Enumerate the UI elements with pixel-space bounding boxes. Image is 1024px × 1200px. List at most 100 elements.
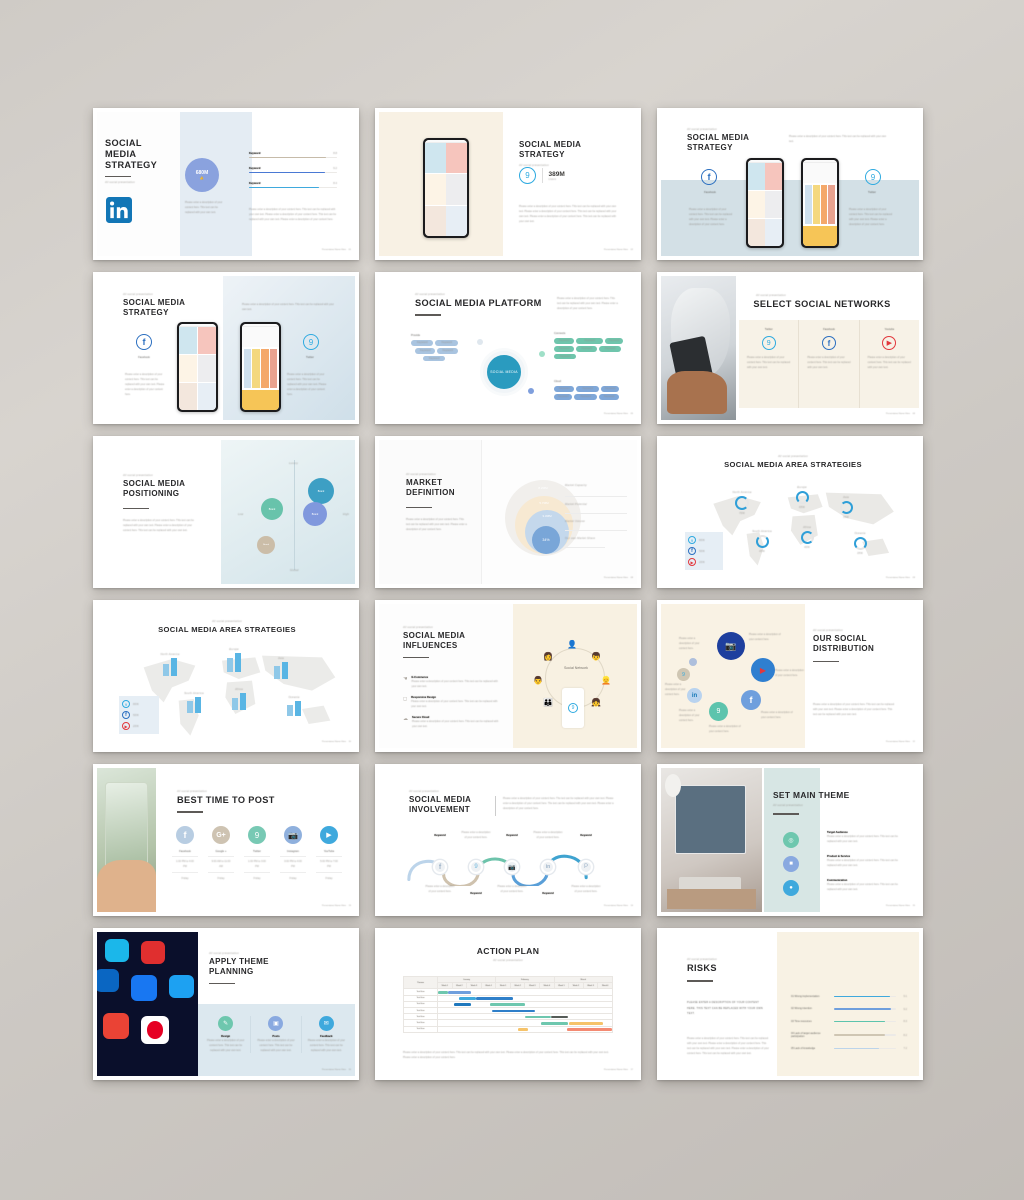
slide-thumbnail[interactable]: All social presentation SOCIAL MEDIA POS…	[93, 436, 359, 588]
list-item: ☚ E-Commerce Please enter a description o…	[403, 676, 503, 689]
page-number: 08	[630, 577, 633, 579]
item-body: Please enter a description of your conte…	[827, 835, 898, 843]
legend-pct: 20%	[133, 724, 139, 728]
slide-footer: Presentation Name Here	[885, 741, 910, 743]
region-bars: South America	[181, 692, 207, 713]
slide-thumbnail[interactable]: SET MAIN THEME All social presentation ◎…	[657, 764, 923, 916]
slide-thumbnail[interactable]: All social presentation SELECT SOCIAL NE…	[657, 272, 923, 424]
gantt-header-label: Themes	[403, 975, 438, 990]
group-label: Connects	[554, 332, 566, 335]
chip: Keyword	[435, 340, 458, 346]
column-body: Please enter a description of your conte…	[807, 356, 851, 369]
influence-list: ☚ E-Commerce Please enter a description o…	[403, 676, 503, 729]
region-pct: 55%	[843, 516, 849, 519]
region-bars: Asia	[271, 657, 291, 679]
left-network-label: Facebook	[704, 191, 716, 194]
twitter-icon: 9	[682, 671, 685, 678]
slide-thumbnail[interactable]: ACTION PLAN All social presentation Them…	[375, 928, 641, 1080]
region-donut: Africa 40%	[797, 526, 817, 549]
facebook-icon: f	[821, 336, 836, 350]
slide-eyebrow: All social presentation	[105, 181, 135, 185]
page-title: SOCIAL MEDIA STRATEGY	[105, 138, 158, 171]
region-pct: 45%	[759, 550, 765, 553]
slide-canvas: All social presentation APPLY THEME PLAN…	[97, 932, 355, 1076]
column-label: YouTube	[323, 850, 335, 853]
pinterest-step-icon: P	[579, 860, 593, 874]
slide-eyebrow: All social presentation	[415, 293, 445, 296]
step-label: Keyword	[580, 834, 592, 837]
region-donut: Europe 65%	[791, 486, 813, 509]
page-number: 17	[630, 1069, 633, 1071]
item-body: Please enter a description of your conte…	[411, 680, 498, 688]
step-label: Keyword	[470, 892, 482, 895]
cloud-icon: ☁	[403, 716, 408, 722]
slide-thumbnail[interactable]: SOCIAL MEDIA STRATEGY All social present…	[375, 108, 641, 260]
page-number: 14	[630, 905, 633, 907]
page-title: SOCIAL MEDIA POSITIONING	[123, 479, 185, 498]
slide-canvas: All social presentation OUR SOCIAL DISTR…	[661, 604, 919, 748]
slide-thumbnail[interactable]: All social presentation OUR SOCIAL DISTR…	[657, 600, 923, 752]
bubble-caption: Please enter a description of your conte…	[679, 637, 700, 650]
table-row: Text Here	[403, 1025, 613, 1033]
page-number: 13	[348, 905, 351, 907]
right-network-label: Twitter	[868, 191, 876, 194]
slide-thumbnail[interactable]: All social presentation SOCIAL MEDIA INF…	[375, 600, 641, 752]
theme-item: ✉ Feedback Please enter a description of…	[302, 1016, 351, 1053]
chip: Keyword	[554, 353, 577, 360]
risk-value: 8.3	[903, 1020, 907, 1023]
slide-canvas: SOCIAL MEDIA STRATEGY All social present…	[97, 112, 355, 256]
chip: Keyword	[423, 355, 446, 362]
item-body: Please enter a description of your conte…	[827, 883, 898, 891]
slide-canvas: All social presentation SOCIAL MEDIA INV…	[379, 768, 637, 912]
instagram-icon: 📷	[284, 826, 302, 844]
slide-thumbnail[interactable]: All social presentation SOCIAL MEDIA INV…	[375, 764, 641, 916]
column-day: Friday	[217, 876, 225, 880]
bar-label: Keyword	[249, 152, 261, 155]
slide-thumbnail[interactable]: All social presentation BEST TIME TO POS…	[93, 764, 359, 916]
region-bars: North America	[157, 653, 183, 676]
phone-mockup	[240, 322, 281, 412]
region-label: Oceania	[288, 696, 300, 699]
bubble-caption: Please enter a description of your conte…	[775, 669, 804, 677]
bubble: Brand	[261, 498, 283, 520]
bubble-label: Brand	[317, 489, 325, 493]
slide-thumbnail[interactable]: All social presentation SOCIAL MEDIA ARE…	[657, 436, 923, 588]
page-title: SELECT SOCIAL NETWORKS	[753, 299, 891, 309]
slide-thumbnail[interactable]: All social presentation SOCIAL MEDIA PLA…	[375, 272, 641, 424]
group-provide: Provide Keyword Keyword Keyword Keyword …	[411, 334, 471, 362]
slide-thumbnail[interactable]: All social presentation SOCIAL MEDIA ARE…	[93, 600, 359, 752]
slide-thumbnail[interactable]: All social presentation SOCIAL MEDIA STR…	[657, 108, 923, 260]
slide-thumbnail[interactable]: SOCIAL MEDIA STRATEGY All social present…	[93, 108, 359, 260]
slide-footer: Presentation Name Here	[885, 905, 910, 907]
column-time: 3:00 PM to 4:00 PM	[284, 860, 302, 869]
stat-bubble: 680M 👍	[185, 158, 219, 192]
risk-value: 8.2	[903, 1033, 907, 1037]
twitter-icon: 9	[688, 536, 696, 544]
chip: Keyword	[574, 393, 597, 400]
slide-thumbnail[interactable]: All social presentation SOCIAL MEDIA STR…	[93, 272, 359, 424]
step-label: Keyword	[434, 834, 446, 837]
ring-label: Our own Market Share	[565, 537, 596, 540]
page-title: SOCIAL MEDIA AREA STRATEGIES	[724, 460, 862, 469]
slide-thumbnail[interactable]: All social presentation RISKS PLEASE ENT…	[657, 928, 923, 1080]
region-donut: South America 45%	[749, 530, 775, 553]
slide-eyebrow: All social presentation	[123, 474, 153, 477]
instagram-bubble: 📷	[717, 632, 745, 660]
slide-footnote: Please enter a description of your conte…	[403, 1051, 609, 1059]
network-column: Twitter 9 Please enter a description of …	[739, 320, 800, 408]
page-number: 12	[912, 741, 915, 743]
risk-row: 03 Time resources 8.3	[791, 1019, 907, 1024]
thumb-up-icon: 👍	[199, 176, 205, 180]
slide-canvas: ACTION PLAN All social presentation Them…	[379, 932, 637, 1076]
step-body: Please enter a description of your conte…	[533, 831, 563, 839]
legend-pct: 50%	[133, 713, 139, 717]
page-title: OUR SOCIAL DISTRIBUTION	[813, 634, 875, 653]
slide-canvas: SOCIAL MEDIA STRATEGY All social present…	[379, 112, 637, 256]
network-column: Youtube ▶ Please enter a description of …	[860, 320, 919, 408]
ring-value: 5.7MM	[539, 501, 549, 505]
slide-thumbnail[interactable]: All social presentation APPLY THEME PLAN…	[93, 928, 359, 1080]
slide-thumbnail[interactable]: All social presentation MARKET DEFINITIO…	[375, 436, 641, 588]
chip: Keyword	[598, 345, 622, 352]
legend-pct: 50%	[699, 549, 705, 553]
slide-footer: Presentation Name Here	[603, 249, 628, 251]
